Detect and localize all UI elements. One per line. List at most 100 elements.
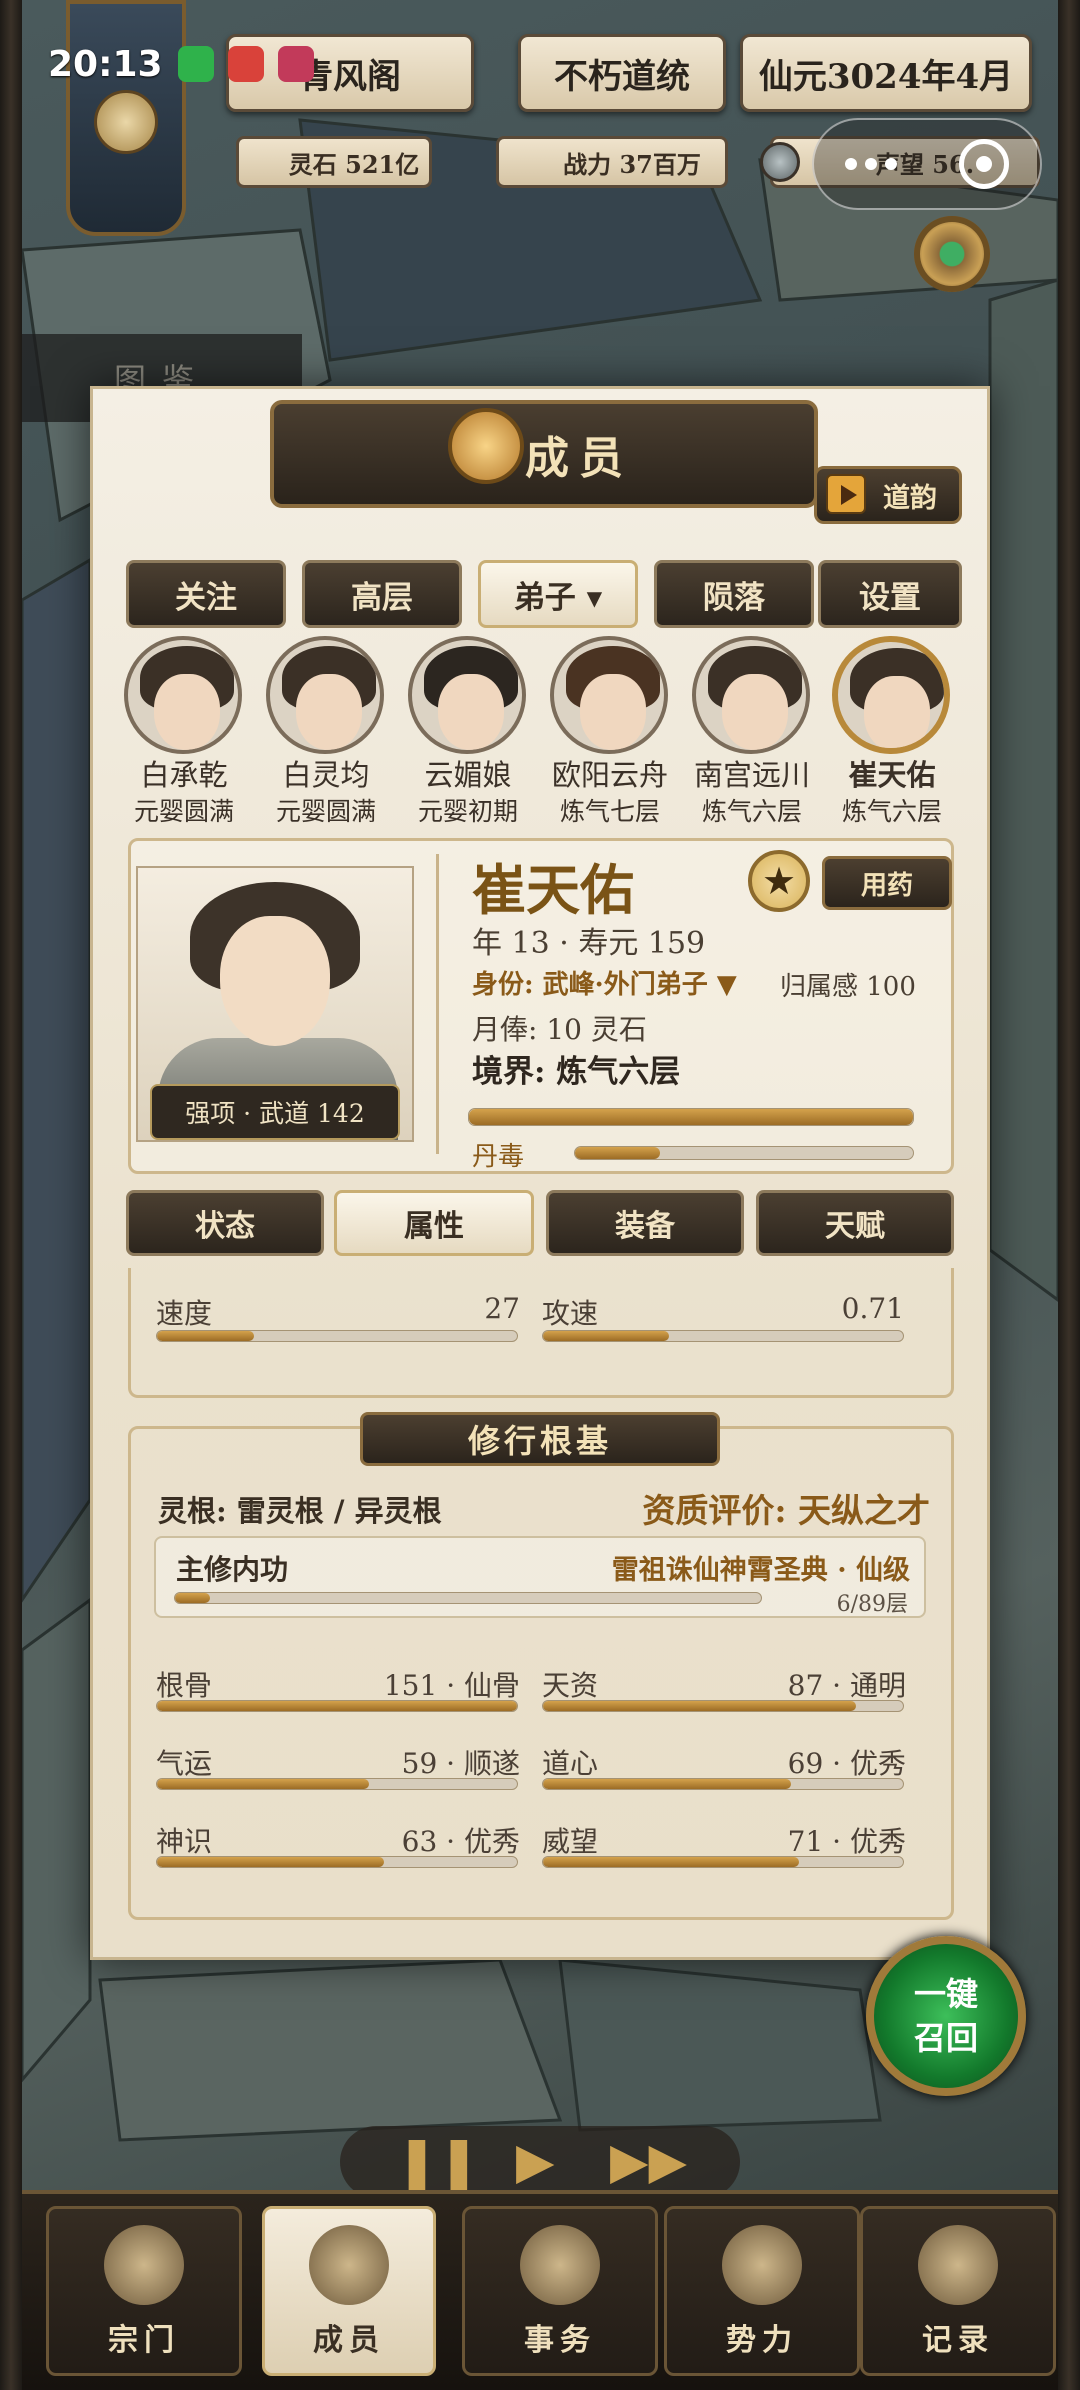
play-icon[interactable]: ▶ <box>516 2132 554 2190</box>
stat-value: 59 · 顺遂 <box>401 1747 520 1780</box>
main-method-name: 雷祖诛仙神霄圣典 · 仙级 <box>611 1555 910 1586</box>
spirit-root: 灵根: 雷灵根 / 异灵根 <box>158 1494 442 1528</box>
nav-sect[interactable]: 宗门 <box>46 2206 242 2376</box>
tab-status-label: 状态 <box>195 1209 255 1244</box>
lineage-label: 不朽道统 <box>554 56 690 97</box>
panel-title: 成员 <box>270 400 818 508</box>
tab-status[interactable]: 状态 <box>126 1190 324 1256</box>
member-rank: 元婴圆满 <box>133 797 234 826</box>
lineage-button[interactable]: 不朽道统 <box>518 34 726 112</box>
member-rank: 炼气六层 <box>841 797 942 826</box>
nav-records-label: 记录 <box>922 2323 994 2358</box>
use-medicine-label: 用药 <box>860 870 913 901</box>
poison-bar <box>574 1146 914 1160</box>
daoyun-label: 道韵 <box>883 482 937 514</box>
date-button[interactable]: 仙元3024年4月 <box>740 34 1032 112</box>
stat-label: 威望 <box>542 1825 599 1858</box>
tab-follow-label: 关注 <box>175 579 237 616</box>
miniprogram-capsule[interactable] <box>812 118 1042 210</box>
tab-settings-label: 设置 <box>859 579 921 616</box>
tab-fallen[interactable]: 陨落 <box>654 560 814 628</box>
tab-settings[interactable]: 设置 <box>818 560 962 628</box>
settings-gear-icon[interactable] <box>914 216 990 292</box>
more-icon[interactable] <box>845 158 897 170</box>
attr-label: 速度 <box>156 1297 213 1330</box>
sect-name-label: 青风阁 <box>299 56 401 97</box>
nav-affairs[interactable]: 事务 <box>462 2206 658 2376</box>
member-avatar[interactable] <box>692 636 810 754</box>
one-key-recall-button[interactable]: 一键 召回 <box>866 1936 1026 2096</box>
member-detail-name: 崔天佑 <box>472 858 634 922</box>
tab-talent-label: 天赋 <box>825 1209 885 1244</box>
date-label: 仙元3024年4月 <box>758 56 1014 97</box>
stat-label: 气运 <box>156 1747 213 1780</box>
pause-icon[interactable]: ❚❚ <box>396 2132 480 2190</box>
stat-value: 151 · 仙骨 <box>383 1669 520 1702</box>
attr-fill <box>157 1331 255 1341</box>
notification-icon <box>228 46 264 82</box>
tab-senior[interactable]: 高层 <box>302 560 462 628</box>
tab-follow[interactable]: 关注 <box>126 560 286 628</box>
attr-bar <box>542 1330 904 1342</box>
reputation-icon <box>760 142 800 182</box>
stat-fill <box>157 1701 517 1711</box>
method-progress-text: 6/89层 <box>836 1592 908 1617</box>
divider <box>436 854 439 1154</box>
scroll-icon <box>520 2225 600 2305</box>
star-follow-icon[interactable]: ★ <box>748 850 810 912</box>
use-medicine-button[interactable]: 用药 <box>822 856 952 910</box>
left-frame <box>0 0 22 2390</box>
stat-fill <box>543 1779 792 1789</box>
tab-talent[interactable]: 天赋 <box>756 1190 954 1256</box>
close-miniprogram-icon[interactable] <box>959 139 1009 189</box>
identity-select[interactable]: 身份: 武峰·外门弟子 ▼ <box>472 964 737 1001</box>
cultivation-progress-fill <box>469 1109 913 1125</box>
tab-attributes[interactable]: 属性 <box>334 1190 534 1256</box>
fast-forward-icon[interactable]: ▶▶ <box>610 2132 687 2190</box>
nav-records[interactable]: 记录 <box>860 2206 1056 2376</box>
member-avatar[interactable] <box>124 636 242 754</box>
power-label: 战力 37百万 <box>563 149 701 179</box>
stat-label: 天资 <box>542 1669 599 1702</box>
book-icon <box>918 2225 998 2305</box>
tab-disciples[interactable]: 弟子 ▾ <box>478 560 638 628</box>
attr-fill <box>543 1331 669 1341</box>
stat-fill <box>157 1779 370 1789</box>
power-stat[interactable]: 战力 37百万 <box>496 136 728 188</box>
attr-bar <box>156 1330 518 1342</box>
belonging-value: 归属感 100 <box>780 972 916 1002</box>
aptitude-rating: 资质评价: 天纵之才 <box>642 1491 930 1530</box>
stat-bar <box>156 1856 518 1868</box>
tab-equipment-label: 装备 <box>615 1209 675 1244</box>
wechat-icon <box>178 46 214 82</box>
nav-members-label: 成员 <box>313 2323 385 2358</box>
stat-bar <box>156 1778 518 1790</box>
nav-forces-label: 势力 <box>726 2323 798 2358</box>
app-icon <box>278 46 314 82</box>
status-time: 20:13 <box>48 44 163 85</box>
realm-line: 境界: 炼气六层 <box>472 1054 681 1090</box>
nav-members[interactable]: 成员 <box>262 2206 436 2376</box>
age-line: 年 13 · 寿元 159 <box>472 926 706 961</box>
member-rank: 元婴圆满 <box>275 797 376 826</box>
member-rank: 元婴初期 <box>417 797 518 826</box>
member-name: 欧阳云舟 <box>551 758 668 792</box>
member-avatar[interactable] <box>266 636 384 754</box>
nav-forces[interactable]: 势力 <box>664 2206 860 2376</box>
member-avatar-selected[interactable] <box>832 636 950 754</box>
tab-equipment[interactable]: 装备 <box>546 1190 744 1256</box>
stat-label: 根骨 <box>156 1669 213 1702</box>
spirit-stone-stat[interactable]: 灵石 521亿 <box>236 136 432 188</box>
nav-sect-label: 宗门 <box>108 2323 180 2358</box>
stat-fill <box>543 1857 799 1867</box>
poison-label: 丹毒 <box>472 1142 525 1172</box>
cultivation-title: 修行根基 <box>360 1412 720 1466</box>
member-rank: 炼气七层 <box>559 797 660 826</box>
member-avatar[interactable] <box>408 636 526 754</box>
video-play-icon <box>826 474 866 514</box>
tab-attributes-label: 属性 <box>404 1209 464 1244</box>
member-name: 崔天佑 <box>848 758 936 792</box>
attr-value: 0.71 <box>841 1292 904 1325</box>
member-avatar[interactable] <box>550 636 668 754</box>
stat-bar <box>542 1856 904 1868</box>
